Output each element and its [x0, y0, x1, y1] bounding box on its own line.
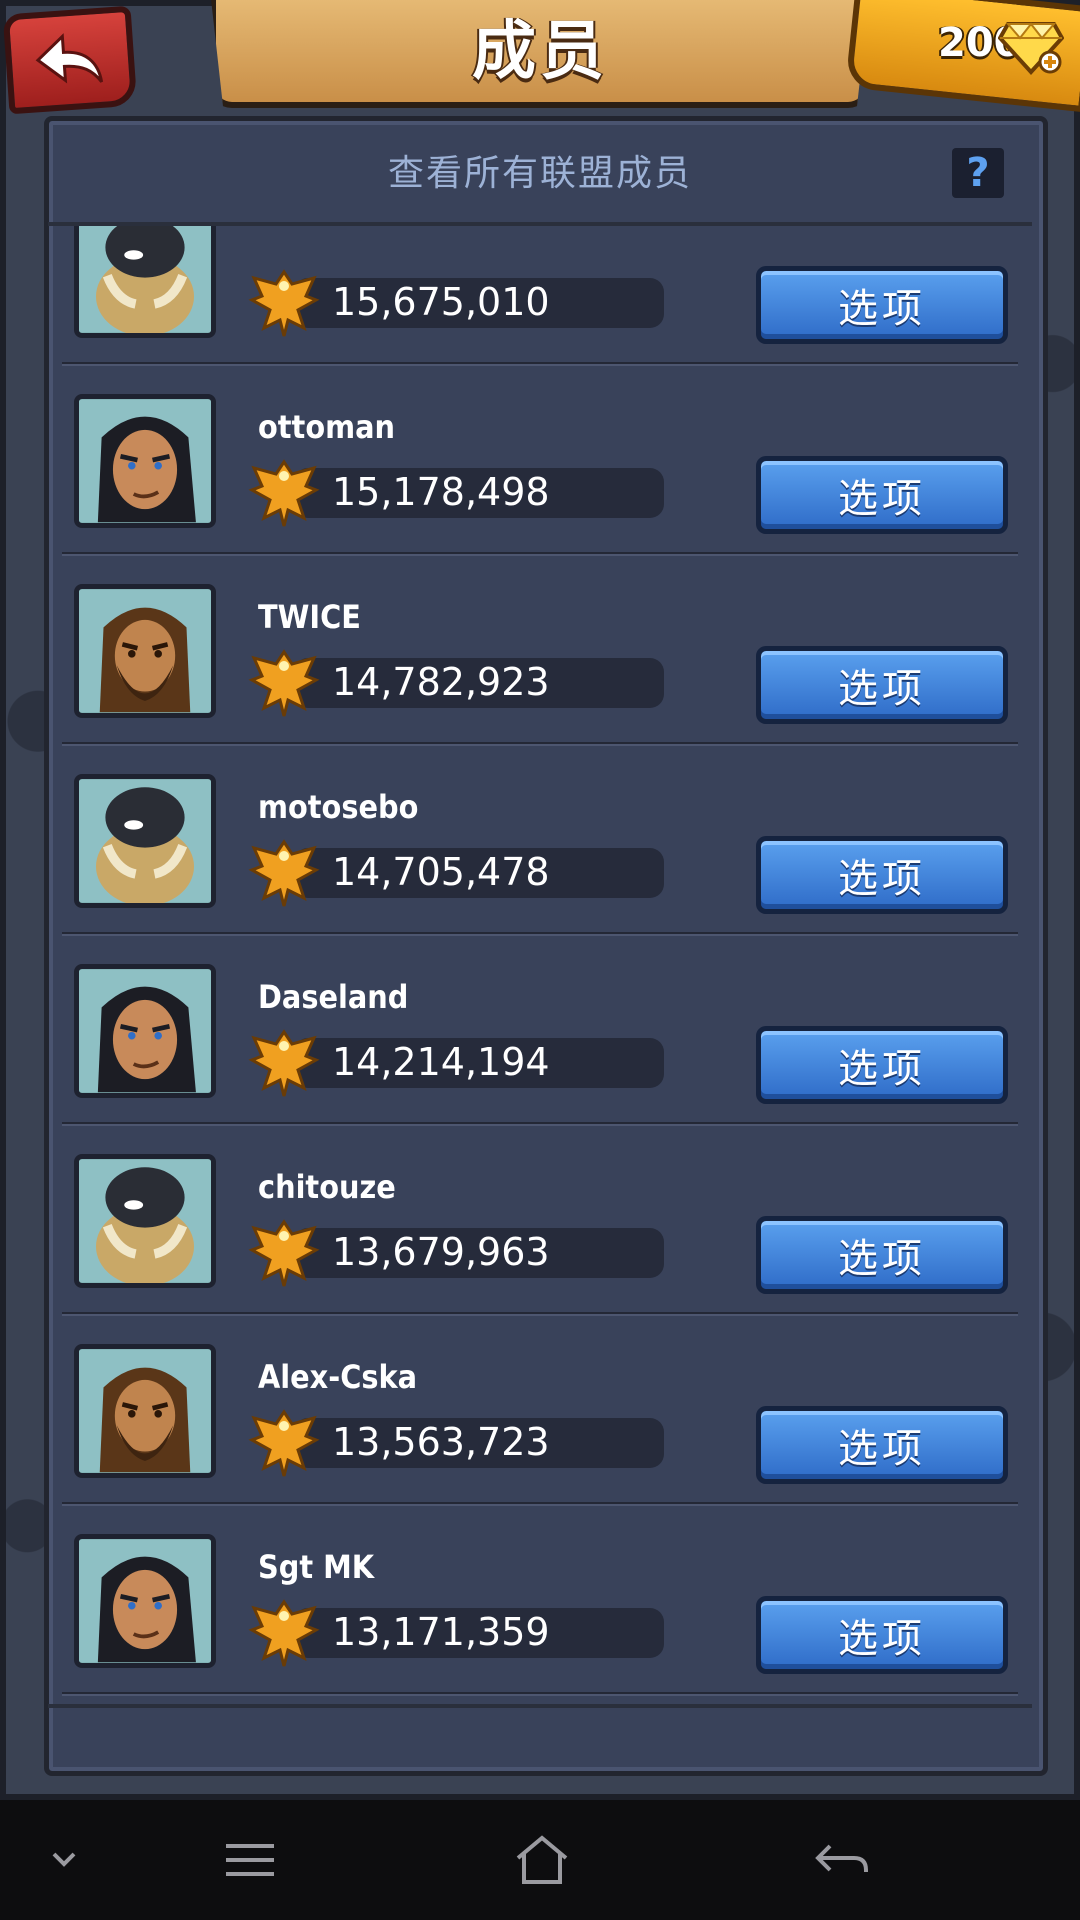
dark-hair-warrior-icon: [74, 964, 216, 1098]
title-banner: 成员: [210, 0, 870, 108]
member-row: 15,675,010 选项: [48, 226, 1032, 366]
row-divider: [62, 1692, 1018, 1696]
rhino-warrior-icon: [74, 774, 216, 908]
options-button[interactable]: 选项: [756, 646, 1008, 724]
member-name: Daseland: [258, 978, 409, 1016]
back-arrow-icon: [35, 33, 104, 84]
member-score: 15,178,498: [332, 470, 550, 514]
member-score: 14,214,194: [332, 1040, 550, 1084]
menu-nav-button[interactable]: [218, 1830, 282, 1890]
member-row: Alex-Cska 13,563,723 选项: [48, 1316, 1032, 1506]
member-name: TWICE: [258, 598, 361, 636]
menu-icon: [226, 1844, 274, 1876]
member-row: chitouze 13,679,963 选项: [48, 1126, 1032, 1316]
eagle-emblem-icon: [248, 839, 320, 907]
options-button[interactable]: 选项: [756, 1596, 1008, 1674]
eagle-emblem-icon: [248, 269, 320, 337]
member-row: Sgt MK 13,171,359 选项: [48, 1506, 1032, 1696]
home-nav-button[interactable]: [510, 1830, 574, 1890]
eagle-emblem-icon: [248, 1219, 320, 1287]
eagle-emblem-icon: [248, 1599, 320, 1667]
member-score: 13,563,723: [332, 1420, 550, 1464]
chevron-down-icon: [52, 1852, 76, 1867]
member-list[interactable]: 15,675,010 选项 ottoman 15,178,498 选项 TWIC…: [48, 222, 1032, 1708]
options-button[interactable]: 选项: [756, 836, 1008, 914]
dark-hair-warrior-icon: [74, 1534, 216, 1668]
options-button[interactable]: 选项: [756, 456, 1008, 534]
eagle-emblem-icon: [248, 459, 320, 527]
options-button[interactable]: 选项: [756, 266, 1008, 344]
options-button[interactable]: 选项: [756, 1216, 1008, 1294]
member-score: 15,675,010: [332, 280, 550, 324]
member-row: TWICE 14,782,923 选项: [48, 556, 1032, 746]
member-score: 13,679,963: [332, 1230, 550, 1274]
member-score: 13,171,359: [332, 1610, 550, 1654]
eagle-emblem-icon: [248, 649, 320, 717]
member-row: motosebo 14,705,478 选项: [48, 746, 1032, 936]
page-title: 成员: [472, 15, 608, 89]
help-button[interactable]: ?: [952, 148, 1004, 198]
rhino-warrior-icon: [74, 226, 216, 338]
gem-add-icon[interactable]: [998, 18, 1064, 76]
system-nav-bar: [0, 1800, 1080, 1920]
hide-nav-button[interactable]: [44, 1830, 84, 1890]
home-icon: [516, 1835, 568, 1884]
dark-hair-warrior-icon: [74, 394, 216, 528]
member-score: 14,705,478: [332, 850, 550, 894]
member-name: Alex-Cska: [258, 1358, 418, 1396]
member-name: chitouze: [258, 1168, 396, 1206]
member-name: ottoman: [258, 408, 396, 446]
back-icon: [815, 1844, 868, 1872]
member-name: Sgt MK: [258, 1548, 375, 1586]
options-button[interactable]: 选项: [756, 1026, 1008, 1104]
bearded-warrior-icon: [74, 584, 216, 718]
member-score: 14,782,923: [332, 660, 550, 704]
back-nav-button[interactable]: [810, 1830, 874, 1890]
eagle-emblem-icon: [248, 1029, 320, 1097]
rhino-warrior-icon: [74, 1154, 216, 1288]
subtitle: 查看所有联盟成员: [387, 153, 692, 194]
back-button[interactable]: [2, 5, 138, 115]
member-row: Daseland 14,214,194 选项: [48, 936, 1032, 1126]
eagle-emblem-icon: [248, 1409, 320, 1477]
member-row: ottoman 15,178,498 选项: [48, 366, 1032, 556]
options-button[interactable]: 选项: [756, 1406, 1008, 1484]
member-name: motosebo: [258, 788, 419, 826]
bearded-warrior-icon: [74, 1344, 216, 1478]
